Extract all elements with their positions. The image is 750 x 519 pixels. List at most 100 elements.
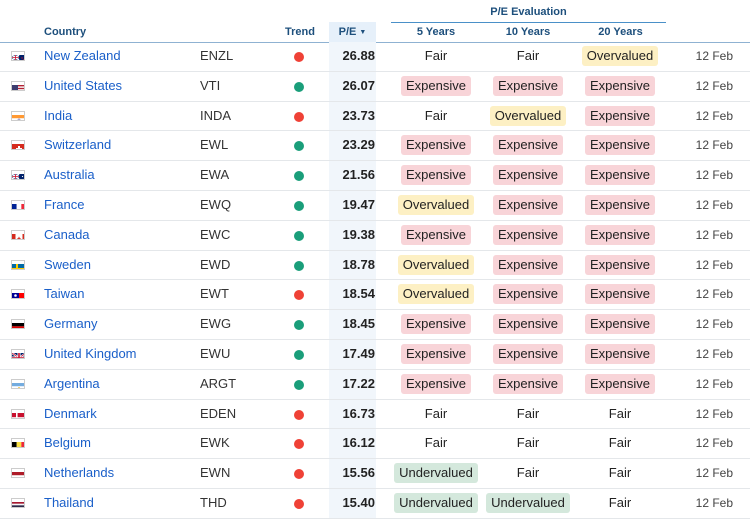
evaluation-badge: Overvalued <box>582 46 658 66</box>
table-row[interactable]: AustraliaEWA21.56ExpensiveExpensiveExpen… <box>0 161 750 191</box>
evaluation-cell-y10: Undervalued <box>483 489 573 518</box>
country-link[interactable]: United States <box>44 72 122 101</box>
table-row[interactable]: United KingdomEWU17.49ExpensiveExpensive… <box>0 340 750 370</box>
column-header-20-years[interactable]: 20 Years <box>575 22 666 42</box>
evaluation-cell-y20: Fair <box>575 489 665 518</box>
date-label: 12 Feb <box>680 131 733 160</box>
table-row[interactable]: FranceEWQ19.47OvervaluedExpensiveExpensi… <box>0 191 750 221</box>
evaluation-cell-y20: Expensive <box>575 340 665 369</box>
table-row[interactable]: United StatesVTI26.07ExpensiveExpensiveE… <box>0 72 750 102</box>
country-link[interactable]: Thailand <box>44 489 94 518</box>
us-flag-icon <box>11 81 25 91</box>
evaluation-cell-y5: Overvalued <box>391 280 481 309</box>
column-header-pe[interactable]: P/E▼ <box>329 22 376 42</box>
pe-value: 15.56 <box>329 459 375 488</box>
table-row[interactable]: TaiwanEWT18.54OvervaluedExpensiveExpensi… <box>0 280 750 310</box>
table-row[interactable]: NetherlandsEWN15.56UndervaluedFairFair12… <box>0 459 750 489</box>
evaluation-badge: Expensive <box>493 225 563 245</box>
evaluation-cell-y5: Fair <box>391 42 481 71</box>
de-flag-icon <box>11 319 25 329</box>
ca-flag-icon <box>11 230 25 240</box>
trend-up-dot-icon <box>294 201 304 211</box>
evaluation-cell-y10: Expensive <box>483 280 573 309</box>
evaluation-cell-y20: Expensive <box>575 131 665 160</box>
pe-value: 17.22 <box>329 370 375 399</box>
pe-value: 18.45 <box>329 310 375 339</box>
table-row[interactable]: CanadaEWC19.38ExpensiveExpensiveExpensiv… <box>0 221 750 251</box>
country-link[interactable]: New Zealand <box>44 42 121 71</box>
table-row[interactable]: SwitzerlandEWL23.29ExpensiveExpensiveExp… <box>0 131 750 161</box>
pe-value: 16.73 <box>329 400 375 429</box>
table-row[interactable]: SwedenEWD18.78OvervaluedExpensiveExpensi… <box>0 251 750 281</box>
ticker-label: EWQ <box>200 191 231 220</box>
evaluation-badge: Expensive <box>493 344 563 364</box>
evaluation-cell-y5: Expensive <box>391 221 481 250</box>
pe-value: 26.88 <box>329 42 375 71</box>
trend-down-dot-icon <box>294 469 304 479</box>
trend-up-dot-icon <box>294 320 304 330</box>
country-link[interactable]: United Kingdom <box>44 340 137 369</box>
evaluation-badge: Fair <box>420 106 452 126</box>
ch-flag-icon <box>11 140 25 150</box>
evaluation-cell-y10: Expensive <box>483 72 573 101</box>
evaluation-badge: Undervalued <box>394 493 478 513</box>
table-row[interactable]: GermanyEWG18.45ExpensiveExpensiveExpensi… <box>0 310 750 340</box>
country-link[interactable]: Argentina <box>44 370 100 399</box>
country-link[interactable]: Australia <box>44 161 95 190</box>
date-label: 12 Feb <box>680 72 733 101</box>
date-label: 12 Feb <box>680 102 733 131</box>
table-row[interactable]: ThailandTHD15.40UndervaluedUndervaluedFa… <box>0 489 750 519</box>
ticker-label: EWK <box>200 429 230 458</box>
evaluation-cell-y10: Expensive <box>483 340 573 369</box>
date-label: 12 Feb <box>680 191 733 220</box>
country-link[interactable]: Switzerland <box>44 131 111 160</box>
country-link[interactable]: Belgium <box>44 429 91 458</box>
evaluation-badge: Expensive <box>585 225 655 245</box>
evaluation-badge: Expensive <box>585 374 655 394</box>
country-link[interactable]: Netherlands <box>44 459 114 488</box>
evaluation-badge: Undervalued <box>394 463 478 483</box>
ticker-label: EWG <box>200 310 231 339</box>
evaluation-badge: Expensive <box>585 284 655 304</box>
country-link[interactable]: India <box>44 102 72 131</box>
evaluation-badge: Expensive <box>493 135 563 155</box>
ticker-label: EDEN <box>200 400 236 429</box>
date-label: 12 Feb <box>680 42 733 71</box>
column-header-country[interactable]: Country <box>44 22 86 42</box>
table-row[interactable]: IndiaINDA23.73FairOvervaluedExpensive12 … <box>0 102 750 132</box>
trend-up-dot-icon <box>294 380 304 390</box>
table-row[interactable]: DenmarkEDEN16.73FairFairFair12 Feb <box>0 400 750 430</box>
table-row[interactable]: ArgentinaARGT17.22ExpensiveExpensiveExpe… <box>0 370 750 400</box>
evaluation-cell-y5: Expensive <box>391 161 481 190</box>
ar-flag-icon <box>11 379 25 389</box>
country-link[interactable]: Germany <box>44 310 97 339</box>
trend-down-dot-icon <box>294 112 304 122</box>
pe-value: 26.07 <box>329 72 375 101</box>
evaluation-cell-y10: Expensive <box>483 191 573 220</box>
evaluation-cell-y10: Fair <box>483 400 573 429</box>
dk-flag-icon <box>11 409 25 419</box>
gb-flag-icon <box>11 349 25 359</box>
country-link[interactable]: France <box>44 191 84 220</box>
country-link[interactable]: Sweden <box>44 251 91 280</box>
evaluation-cell-y20: Fair <box>575 459 665 488</box>
column-header-trend[interactable]: Trend <box>280 22 320 42</box>
pe-value: 15.40 <box>329 489 375 518</box>
date-label: 12 Feb <box>680 429 733 458</box>
ticker-label: EWU <box>200 340 230 369</box>
trend-up-dot-icon <box>294 82 304 92</box>
evaluation-cell-y5: Undervalued <box>391 489 481 518</box>
table-row[interactable]: BelgiumEWK16.12FairFairFair12 Feb <box>0 429 750 459</box>
evaluation-badge: Expensive <box>401 135 471 155</box>
evaluation-cell-y20: Expensive <box>575 310 665 339</box>
evaluation-badge: Expensive <box>493 374 563 394</box>
evaluation-cell-y20: Expensive <box>575 370 665 399</box>
country-link[interactable]: Canada <box>44 221 90 250</box>
column-header-10-years[interactable]: 10 Years <box>483 22 573 42</box>
in-flag-icon <box>11 111 25 121</box>
country-link[interactable]: Denmark <box>44 400 97 429</box>
evaluation-badge: Undervalued <box>486 493 570 513</box>
column-header-5-years[interactable]: 5 Years <box>391 22 481 42</box>
table-row[interactable]: New ZealandENZL26.88FairFairOvervalued12… <box>0 42 750 72</box>
country-link[interactable]: Taiwan <box>44 280 84 309</box>
